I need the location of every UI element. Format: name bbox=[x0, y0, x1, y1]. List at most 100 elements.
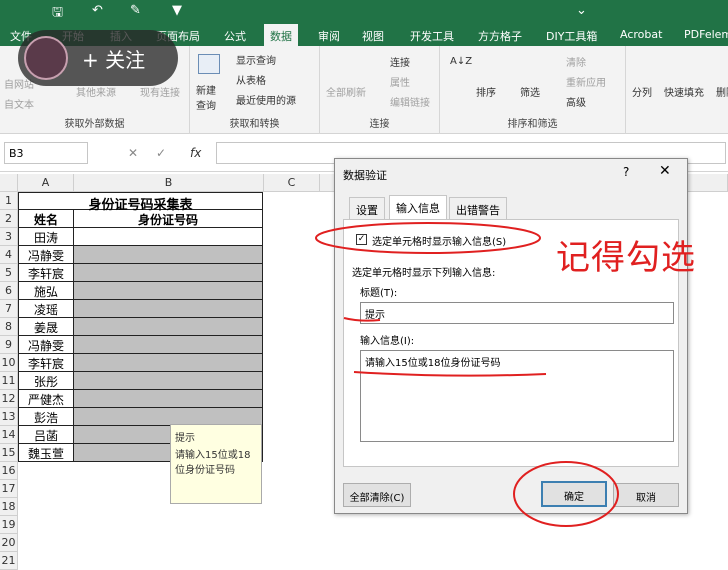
row-header[interactable]: 13 bbox=[0, 408, 18, 426]
row-header[interactable]: 21 bbox=[0, 552, 18, 570]
format-painter-icon[interactable]: ✎ bbox=[130, 3, 141, 18]
name-cell[interactable]: 李轩宸 bbox=[18, 264, 74, 282]
row-header[interactable]: 5 bbox=[0, 264, 18, 282]
col-header-b[interactable]: B bbox=[74, 174, 264, 192]
id-cell[interactable] bbox=[74, 300, 263, 318]
name-cell[interactable]: 严健杰 bbox=[18, 390, 74, 408]
name-box[interactable]: B3 bbox=[4, 142, 88, 164]
row-header[interactable]: 4 bbox=[0, 246, 18, 264]
clear-filter-button[interactable]: 清除 bbox=[566, 54, 586, 69]
help-icon[interactable]: ? bbox=[623, 165, 629, 179]
row-header[interactable]: 11 bbox=[0, 372, 18, 390]
name-cell[interactable]: 李轩宸 bbox=[18, 354, 74, 372]
name-cell[interactable]: 施弘 bbox=[18, 282, 74, 300]
id-cell[interactable] bbox=[74, 264, 263, 282]
select-all-corner[interactable] bbox=[0, 174, 18, 192]
col-header-a[interactable]: A bbox=[18, 174, 74, 192]
name-cell[interactable]: 凌瑶 bbox=[18, 300, 74, 318]
name-cell[interactable]: 姜晟 bbox=[18, 318, 74, 336]
undo-icon[interactable]: ↶ bbox=[92, 3, 103, 18]
advanced-button[interactable]: 高级 bbox=[566, 94, 586, 109]
existing-connections-button[interactable]: 现有连接 bbox=[140, 84, 180, 99]
row-header[interactable]: 17 bbox=[0, 480, 18, 498]
tab-settings[interactable]: 设置 bbox=[349, 197, 385, 219]
show-input-label[interactable]: 选定单元格时显示输入信息(S) bbox=[372, 233, 506, 248]
enter-icon[interactable]: ✓ bbox=[156, 146, 166, 160]
id-cell[interactable] bbox=[74, 246, 263, 264]
id-cell[interactable] bbox=[74, 354, 263, 372]
properties-button[interactable]: 属性 bbox=[390, 74, 410, 89]
filter-icon[interactable]: ▼ bbox=[172, 3, 182, 18]
from-table-button[interactable]: 从表格 bbox=[236, 72, 266, 87]
row-header[interactable]: 16 bbox=[0, 462, 18, 480]
row-header[interactable]: 14 bbox=[0, 426, 18, 444]
row-header[interactable]: 9 bbox=[0, 336, 18, 354]
clear-all-button[interactable]: 全部清除(C) bbox=[343, 483, 411, 507]
tab-formulas[interactable]: 公式 bbox=[224, 28, 246, 44]
row-header[interactable]: 6 bbox=[0, 282, 18, 300]
sort-button[interactable]: 排序 bbox=[476, 84, 496, 99]
row-header[interactable]: 12 bbox=[0, 390, 18, 408]
tab-review[interactable]: 审阅 bbox=[318, 28, 340, 44]
name-cell[interactable]: 田涛 bbox=[18, 228, 74, 246]
row-header[interactable]: 2 bbox=[0, 210, 18, 228]
name-cell[interactable]: 魏玉萱 bbox=[18, 444, 74, 462]
id-cell[interactable] bbox=[74, 390, 263, 408]
tab-input-message[interactable]: 输入信息 bbox=[389, 195, 447, 220]
row-header[interactable]: 15 bbox=[0, 444, 18, 462]
message-textarea[interactable]: 请输入15位或18位身份证号码 bbox=[360, 350, 674, 442]
recent-sources-button[interactable]: 最近使用的源 bbox=[236, 92, 296, 107]
new-query-button[interactable]: 新建 查询 bbox=[196, 82, 216, 112]
tab-view[interactable]: 视图 bbox=[362, 28, 384, 44]
close-icon[interactable]: ✕ bbox=[659, 163, 671, 179]
id-cell[interactable] bbox=[74, 372, 263, 390]
name-cell[interactable]: 张彤 bbox=[18, 372, 74, 390]
header-name[interactable]: 姓名 bbox=[18, 210, 74, 228]
name-cell[interactable]: 冯静雯 bbox=[18, 336, 74, 354]
ok-button[interactable]: 确定 bbox=[541, 481, 607, 507]
edit-links-button[interactable]: 编辑链接 bbox=[390, 94, 430, 109]
from-text-button[interactable]: 自文本 bbox=[4, 96, 34, 111]
row-header[interactable]: 7 bbox=[0, 300, 18, 318]
name-cell[interactable]: 彭浩 bbox=[18, 408, 74, 426]
reapply-button[interactable]: 重新应用 bbox=[566, 74, 606, 89]
row-header[interactable]: 8 bbox=[0, 318, 18, 336]
sheet-title[interactable]: 身份证号码采集表 bbox=[18, 192, 263, 213]
header-id[interactable]: 身份证号码 bbox=[74, 210, 263, 228]
connections-button[interactable]: 连接 bbox=[390, 54, 410, 69]
cancel-icon[interactable]: ✕ bbox=[128, 146, 138, 160]
row-header[interactable]: 1 bbox=[0, 192, 18, 210]
follow-badge[interactable]: + 关注 bbox=[18, 30, 178, 86]
col-header-c[interactable]: C bbox=[264, 174, 320, 192]
tab-fangfang[interactable]: 方方格子 bbox=[478, 28, 522, 44]
tab-error-alert[interactable]: 出错警告 bbox=[449, 197, 507, 219]
tab-developer[interactable]: 开发工具 bbox=[410, 28, 454, 44]
row-header[interactable]: 20 bbox=[0, 534, 18, 552]
id-cell[interactable] bbox=[74, 228, 263, 246]
filter-button[interactable]: 筛选 bbox=[520, 84, 540, 99]
tab-acrobat[interactable]: Acrobat bbox=[620, 28, 662, 41]
other-sources-button[interactable]: 其他来源 bbox=[76, 84, 116, 99]
customize-icon[interactable]: ⌄ bbox=[576, 3, 587, 18]
show-input-checkbox[interactable]: ✓ bbox=[356, 234, 367, 245]
tab-pdfelement[interactable]: PDFelem bbox=[684, 28, 728, 41]
fx-label[interactable]: fx bbox=[190, 146, 201, 160]
cancel-button[interactable]: 取消 bbox=[613, 483, 679, 507]
name-cell[interactable]: 冯静雯 bbox=[18, 246, 74, 264]
refresh-all-button[interactable]: 全部刷新 bbox=[326, 84, 366, 99]
id-cell[interactable] bbox=[74, 282, 263, 300]
flash-fill-button[interactable]: 快速填充 bbox=[664, 84, 704, 99]
sort-az-icon[interactable]: A↓Z bbox=[450, 56, 472, 67]
id-cell[interactable] bbox=[74, 336, 263, 354]
row-header[interactable]: 19 bbox=[0, 516, 18, 534]
row-header[interactable]: 3 bbox=[0, 228, 18, 246]
name-cell[interactable]: 吕菡 bbox=[18, 426, 74, 444]
title-input[interactable]: 提示 bbox=[360, 302, 674, 324]
tab-data[interactable]: 数据 bbox=[264, 24, 298, 46]
id-cell[interactable] bbox=[74, 318, 263, 336]
row-header[interactable]: 10 bbox=[0, 354, 18, 372]
save-icon[interactable]: 🖫 bbox=[52, 3, 63, 25]
tab-diy[interactable]: DIY工具箱 bbox=[546, 28, 597, 44]
remove-duplicates-button[interactable]: 删除重复项 bbox=[716, 84, 728, 99]
show-queries-button[interactable]: 显示查询 bbox=[236, 52, 276, 67]
